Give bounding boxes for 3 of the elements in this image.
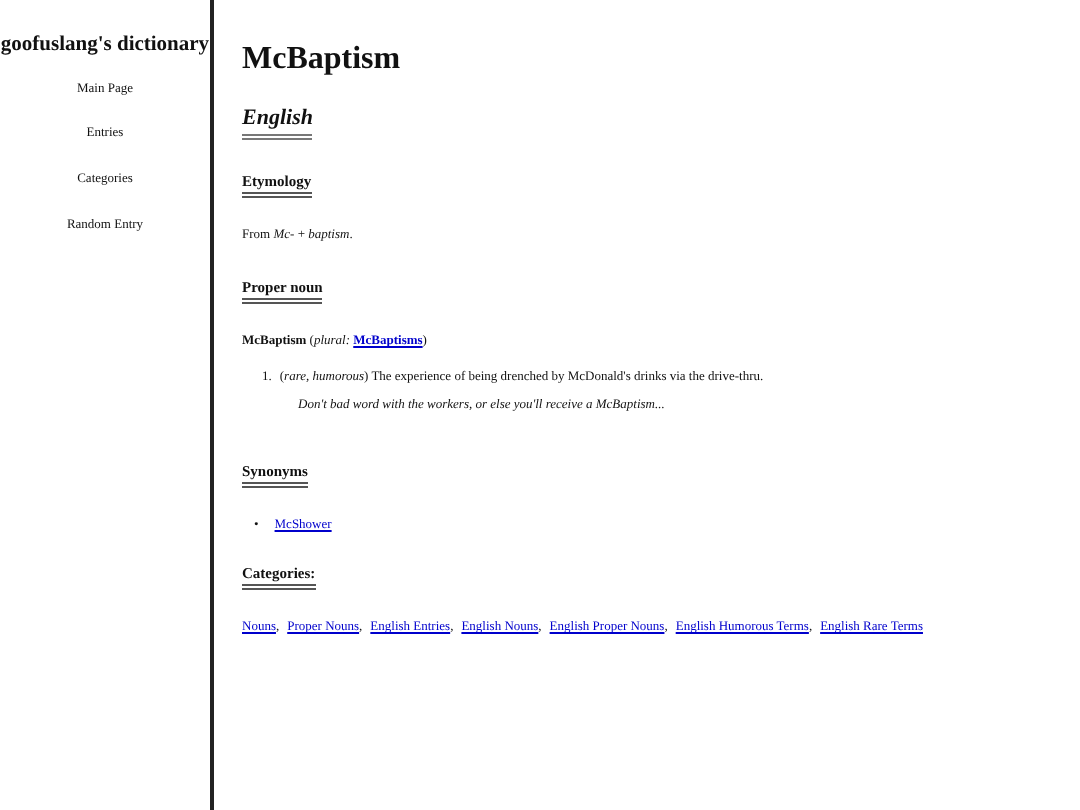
site-title: goofuslang's dictionary	[0, 34, 210, 60]
language-heading: English	[242, 106, 313, 141]
page-title: McBaptism	[242, 40, 403, 79]
